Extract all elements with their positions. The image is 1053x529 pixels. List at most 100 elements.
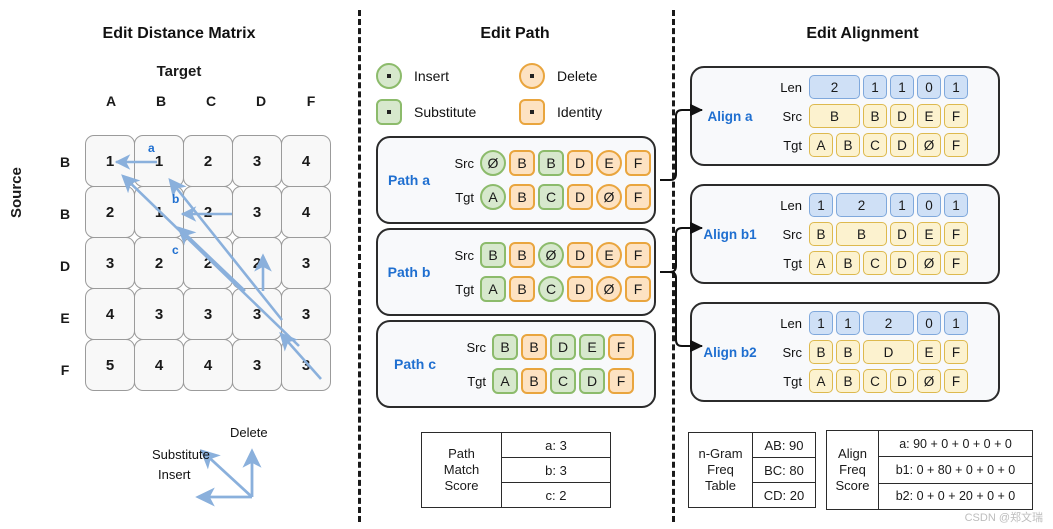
matrix-cell[interactable]: 3 xyxy=(85,237,135,289)
align-cell[interactable]: B xyxy=(836,222,887,246)
align-cell[interactable]: C xyxy=(863,369,887,393)
matrix-cell[interactable]: 2 xyxy=(183,237,233,289)
path-token[interactable]: A xyxy=(480,276,506,302)
path-token[interactable]: E xyxy=(596,150,622,176)
path-token[interactable]: Ø xyxy=(538,242,564,268)
matrix-cell[interactable]: 3 xyxy=(183,288,233,340)
align-card-b1[interactable]: Align b1 Len 1 2 1 0 1 Src B B D E F Tgt A B C D Ø F xyxy=(690,184,1000,284)
align-cell[interactable]: F xyxy=(944,222,968,246)
align-cell[interactable]: B xyxy=(836,369,860,393)
align-cell[interactable]: 1 xyxy=(890,75,914,99)
align-cell[interactable]: 1 xyxy=(809,193,833,217)
path-token[interactable]: B xyxy=(538,150,564,176)
matrix-cell[interactable]: 3 xyxy=(134,288,184,340)
matrix-cell[interactable]: 3 xyxy=(232,186,282,238)
matrix-cell[interactable]: 4 xyxy=(134,339,184,391)
align-cell[interactable]: F xyxy=(944,369,968,393)
path-token[interactable]: A xyxy=(480,184,506,210)
align-cell[interactable]: B xyxy=(809,104,860,128)
align-cell[interactable]: 0 xyxy=(917,311,941,335)
align-cell[interactable]: B xyxy=(836,251,860,275)
matrix-cell[interactable]: 2 xyxy=(183,186,233,238)
align-cell[interactable]: D xyxy=(890,222,914,246)
align-cell[interactable]: A xyxy=(809,133,833,157)
align-cell[interactable]: E xyxy=(917,222,941,246)
path-token[interactable]: B xyxy=(480,242,506,268)
align-cell[interactable]: 1 xyxy=(863,75,887,99)
align-card-b2[interactable]: Align b2 Len 1 1 2 0 1 Src B B D E F Tgt A B C D Ø F xyxy=(690,302,1000,402)
align-cell[interactable]: 0 xyxy=(917,193,941,217)
align-cell[interactable]: 1 xyxy=(809,311,833,335)
matrix-cell[interactable]: 2 xyxy=(232,237,282,289)
path-token[interactable]: F xyxy=(608,334,634,360)
align-cell[interactable]: F xyxy=(944,104,968,128)
align-cell[interactable]: C xyxy=(863,133,887,157)
matrix-cell[interactable]: 3 xyxy=(281,339,331,391)
align-cell[interactable]: Ø xyxy=(917,369,941,393)
align-cell[interactable]: E xyxy=(917,340,941,364)
align-cell[interactable]: 1 xyxy=(836,311,860,335)
align-cell[interactable]: B xyxy=(836,133,860,157)
align-cell[interactable]: F xyxy=(944,251,968,275)
align-cell[interactable]: D xyxy=(890,133,914,157)
path-token[interactable]: B xyxy=(509,242,535,268)
path-token[interactable]: F xyxy=(608,368,634,394)
matrix-cell[interactable]: 1 xyxy=(134,135,184,187)
matrix-cell[interactable]: 4 xyxy=(85,288,135,340)
path-token[interactable]: Ø xyxy=(480,150,506,176)
matrix-cell[interactable]: 3 xyxy=(232,288,282,340)
align-cell[interactable]: 1 xyxy=(890,193,914,217)
align-cell[interactable]: 1 xyxy=(944,193,968,217)
align-cell[interactable]: B xyxy=(836,340,860,364)
align-cell[interactable]: D xyxy=(890,251,914,275)
align-cell[interactable]: C xyxy=(863,251,887,275)
path-token[interactable]: D xyxy=(567,150,593,176)
align-cell[interactable]: E xyxy=(917,104,941,128)
path-card-c[interactable]: Path c Src B B D E F Tgt A B C D F xyxy=(376,320,656,408)
align-cell[interactable]: 1 xyxy=(944,311,968,335)
align-cell[interactable]: 2 xyxy=(836,193,887,217)
path-token[interactable]: B xyxy=(521,334,547,360)
matrix-cell[interactable]: 5 xyxy=(85,339,135,391)
align-card-a[interactable]: Align a Len 2 1 1 0 1 Src B B D E F Tgt A B C D Ø F xyxy=(690,66,1000,166)
align-cell[interactable]: D xyxy=(890,104,914,128)
matrix-cell[interactable]: 4 xyxy=(281,186,331,238)
align-cell[interactable]: D xyxy=(890,369,914,393)
align-cell[interactable]: A xyxy=(809,251,833,275)
path-token[interactable]: B xyxy=(521,368,547,394)
path-token[interactable]: D xyxy=(550,334,576,360)
path-token[interactable]: D xyxy=(567,276,593,302)
align-cell[interactable]: Ø xyxy=(917,133,941,157)
path-token[interactable]: B xyxy=(509,184,535,210)
matrix-cell[interactable]: 4 xyxy=(281,135,331,187)
align-cell[interactable]: F xyxy=(944,340,968,364)
align-cell[interactable]: B xyxy=(863,104,887,128)
path-token[interactable]: C xyxy=(550,368,576,394)
align-cell[interactable]: 2 xyxy=(809,75,860,99)
path-token[interactable]: D xyxy=(579,368,605,394)
path-token[interactable]: E xyxy=(596,242,622,268)
path-token[interactable]: C xyxy=(538,184,564,210)
matrix-cell[interactable]: 3 xyxy=(232,339,282,391)
align-cell[interactable]: Ø xyxy=(917,251,941,275)
matrix-cell[interactable]: 4 xyxy=(183,339,233,391)
align-cell[interactable]: 0 xyxy=(917,75,941,99)
align-cell[interactable]: F xyxy=(944,133,968,157)
align-cell[interactable]: B xyxy=(809,222,833,246)
align-cell[interactable]: 2 xyxy=(863,311,914,335)
path-token[interactable]: C xyxy=(538,276,564,302)
align-cell[interactable]: B xyxy=(809,340,833,364)
matrix-cell[interactable]: 2 xyxy=(85,186,135,238)
path-card-b[interactable]: Path b Src B B Ø D E F Tgt A B C D Ø F xyxy=(376,228,656,316)
path-token[interactable]: B xyxy=(492,334,518,360)
path-token[interactable]: B xyxy=(509,276,535,302)
align-cell[interactable]: D xyxy=(863,340,914,364)
matrix-cell[interactable]: 3 xyxy=(281,288,331,340)
path-card-a[interactable]: Path a Src Ø B B D E F Tgt A B C D Ø F xyxy=(376,136,656,224)
path-token[interactable]: B xyxy=(509,150,535,176)
path-token[interactable]: D xyxy=(567,242,593,268)
align-cell[interactable]: 1 xyxy=(944,75,968,99)
path-token[interactable]: Ø xyxy=(596,184,622,210)
path-token[interactable]: Ø xyxy=(596,276,622,302)
align-cell[interactable]: A xyxy=(809,369,833,393)
